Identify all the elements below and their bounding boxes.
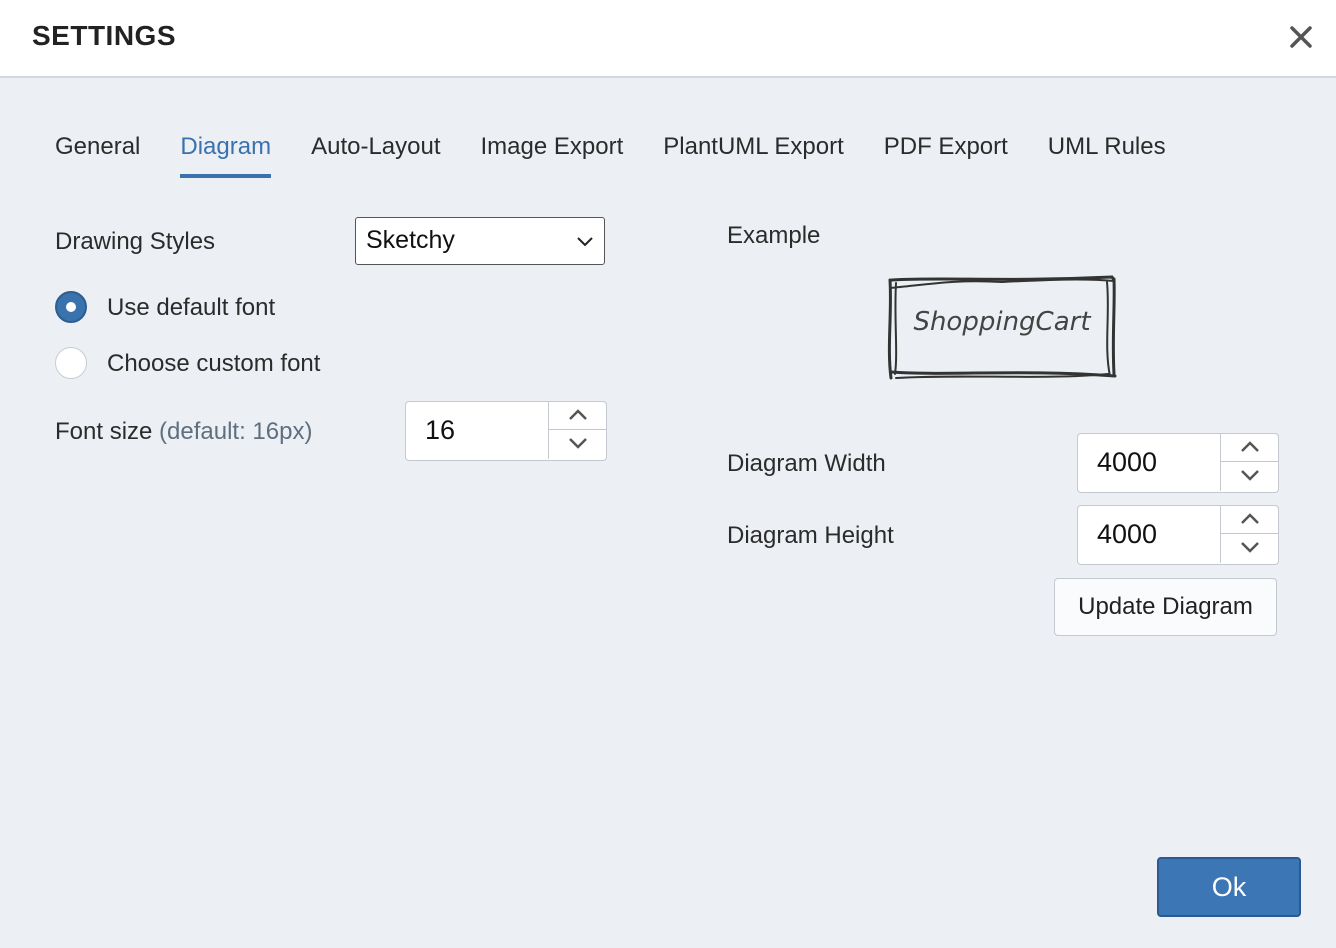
dialog-title: SETTINGS bbox=[32, 20, 177, 51]
chevron-up-icon bbox=[1241, 513, 1259, 524]
diagram-width-decrement[interactable] bbox=[1221, 462, 1279, 490]
tab-diagram[interactable]: Diagram bbox=[180, 130, 272, 178]
ok-button[interactable]: Ok bbox=[1157, 857, 1301, 917]
diagram-width-stepper bbox=[1077, 433, 1279, 493]
font-size-input[interactable] bbox=[406, 402, 548, 459]
diagram-height-label: Diagram Height bbox=[727, 522, 894, 549]
diagram-height-spin-buttons bbox=[1220, 506, 1279, 563]
chevron-down-icon bbox=[1241, 542, 1259, 553]
diagram-width-input[interactable] bbox=[1078, 434, 1220, 491]
settings-tabs: General Diagram Auto-Layout Image Export… bbox=[55, 130, 1166, 180]
tab-plantuml-export[interactable]: PlantUML Export bbox=[663, 130, 844, 178]
diagram-width-spin-buttons bbox=[1220, 434, 1279, 491]
radio-default-font[interactable] bbox=[55, 291, 87, 323]
diagram-height-decrement[interactable] bbox=[1221, 534, 1279, 562]
chevron-up-icon bbox=[569, 409, 587, 420]
example-label: Example bbox=[727, 222, 821, 249]
font-size-decrement[interactable] bbox=[549, 430, 607, 458]
font-size-stepper bbox=[405, 401, 607, 461]
drawing-styles-select[interactable]: Sketchy bbox=[355, 217, 605, 265]
update-diagram-button[interactable]: Update Diagram bbox=[1054, 578, 1277, 636]
example-sketchy-class-box: ShoppingCart bbox=[887, 275, 1117, 380]
diagram-height-stepper bbox=[1077, 505, 1279, 565]
chevron-up-icon bbox=[1241, 441, 1259, 452]
close-icon[interactable] bbox=[1286, 22, 1316, 52]
chevron-down-icon bbox=[577, 237, 593, 247]
chevron-down-icon bbox=[569, 438, 587, 449]
radio-custom-font[interactable] bbox=[55, 347, 87, 379]
font-size-spin-buttons bbox=[548, 402, 607, 459]
font-size-label: Font size (default: 16px) bbox=[55, 418, 312, 446]
diagram-height-increment[interactable] bbox=[1221, 506, 1279, 534]
diagram-width-increment[interactable] bbox=[1221, 434, 1279, 462]
drawing-styles-value: Sketchy bbox=[366, 226, 455, 254]
tab-uml-rules[interactable]: UML Rules bbox=[1048, 130, 1166, 178]
tab-general[interactable]: General bbox=[55, 130, 140, 178]
font-size-increment[interactable] bbox=[549, 402, 607, 430]
chevron-down-icon bbox=[1241, 470, 1259, 481]
tab-pdf-export[interactable]: PDF Export bbox=[884, 130, 1008, 178]
default-font-label: Use default font bbox=[107, 294, 276, 321]
diagram-width-label: Diagram Width bbox=[727, 450, 886, 477]
tab-image-export[interactable]: Image Export bbox=[481, 130, 624, 178]
diagram-height-input[interactable] bbox=[1078, 506, 1220, 563]
dialog-header: SETTINGS bbox=[0, 0, 1336, 78]
drawing-styles-label: Drawing Styles bbox=[55, 228, 216, 255]
example-class-name: ShoppingCart bbox=[913, 307, 1091, 337]
custom-font-label: Choose custom font bbox=[107, 350, 321, 377]
font-size-label-text: Font size bbox=[55, 418, 153, 445]
font-size-hint: (default: 16px) bbox=[159, 418, 313, 445]
tab-auto-layout[interactable]: Auto-Layout bbox=[311, 130, 440, 178]
